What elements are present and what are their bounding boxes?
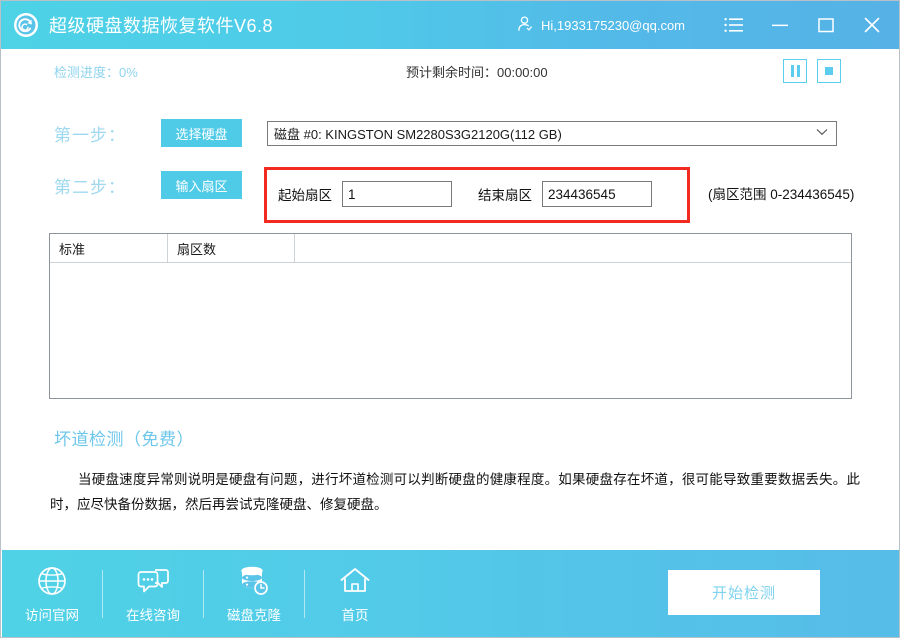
footer-nav: 访问官网 在线咨询 磁盘克隆 首页 (2, 550, 405, 637)
chat-bubble-icon (136, 564, 170, 598)
footer-item-online-support[interactable]: 在线咨询 (103, 550, 203, 637)
user-email-label: Hi,1933175230@qq.com (540, 17, 685, 33)
main-content: 第一步： 选择硬盘 磁盘 #0: KINGSTON SM2280S3G2120G… (2, 93, 899, 550)
pause-icon[interactable] (783, 59, 807, 83)
footer-item-disk-clone[interactable]: 磁盘克隆 (204, 550, 304, 637)
status-bar: 检测进度：0% 预计剩余时间：00:00:00 (2, 49, 899, 94)
application-window: 超级硬盘数据恢复软件V6.8 Hi,1933175230@qq.com 检测进度… (0, 0, 900, 638)
column-header-sector-count: 扇区数 (168, 234, 295, 262)
minimize-icon[interactable] (757, 1, 803, 49)
end-sector-label: 结束扇区 (478, 188, 532, 203)
scan-controls (783, 59, 841, 83)
globe-icon (36, 564, 68, 598)
home-icon (339, 564, 371, 598)
step-two-label: 第二步： (54, 177, 126, 197)
disk-recovery-logo-icon (13, 12, 39, 38)
table-header-row: 标准 扇区数 (50, 234, 851, 263)
footer-label-disk-clone: 磁盘克隆 (227, 608, 281, 623)
chevron-down-icon (816, 128, 828, 139)
step-one-label: 第一步： (54, 125, 126, 145)
select-disk-button[interactable]: 选择硬盘 (161, 119, 242, 147)
section-description: 当硬盘速度异常则说明是硬盘有问题，进行坏道检测可以判断硬盘的健康程度。如果硬盘存… (50, 472, 860, 512)
title-bar-controls: Hi,1933175230@qq.com (516, 1, 899, 49)
end-sector-input[interactable] (542, 181, 652, 207)
start-sector-field: 起始扇区 (278, 181, 452, 207)
footer-item-official-site[interactable]: 访问官网 (2, 550, 102, 637)
disk-select-dropdown[interactable]: 磁盘 #0: KINGSTON SM2280S3G2120G(112 GB) (267, 121, 837, 146)
footer-label-home: 首页 (341, 608, 369, 623)
maximize-icon[interactable] (803, 1, 849, 49)
footer-item-home[interactable]: 首页 (305, 550, 405, 637)
start-sector-input[interactable] (342, 181, 452, 207)
end-sector-field: 结束扇区 (478, 181, 652, 207)
section-title-bad-sector: 坏道检测（免费） (54, 430, 194, 449)
detection-progress-label: 检测进度：0% (54, 64, 138, 80)
start-detection-button[interactable]: 开始检测 (668, 570, 820, 615)
menu-list-icon[interactable] (711, 1, 757, 49)
remaining-time-label: 预计剩余时间：00:00:00 (406, 64, 548, 80)
title-bar: 超级硬盘数据恢复软件V6.8 Hi,1933175230@qq.com (1, 1, 899, 49)
column-header-standard: 标准 (50, 234, 168, 262)
sector-range-note: (扇区范围 0-234436545) (708, 187, 855, 202)
results-table: 标准 扇区数 (49, 233, 852, 399)
table-body[interactable] (50, 263, 851, 399)
close-icon[interactable] (849, 1, 895, 49)
footer-label-online-support: 在线咨询 (126, 608, 180, 623)
app-title: 超级硬盘数据恢复软件V6.8 (49, 16, 274, 36)
database-clone-icon (238, 564, 270, 598)
disk-select-value: 磁盘 #0: KINGSTON SM2280S3G2120G(112 GB) (274, 127, 562, 142)
footer-toolbar: 访问官网 在线咨询 磁盘克隆 首页 开始检测 (2, 550, 899, 637)
start-sector-label: 起始扇区 (278, 188, 332, 203)
stop-icon[interactable] (817, 59, 841, 83)
user-account-icon (516, 15, 533, 35)
step-one-row: 第一步： 选择硬盘 磁盘 #0: KINGSTON SM2280S3G2120G… (2, 119, 899, 147)
footer-label-official-site: 访问官网 (25, 608, 79, 623)
column-header-extra (295, 234, 851, 262)
user-account[interactable]: Hi,1933175230@qq.com (516, 15, 685, 35)
input-sector-button[interactable]: 输入扇区 (161, 171, 242, 199)
